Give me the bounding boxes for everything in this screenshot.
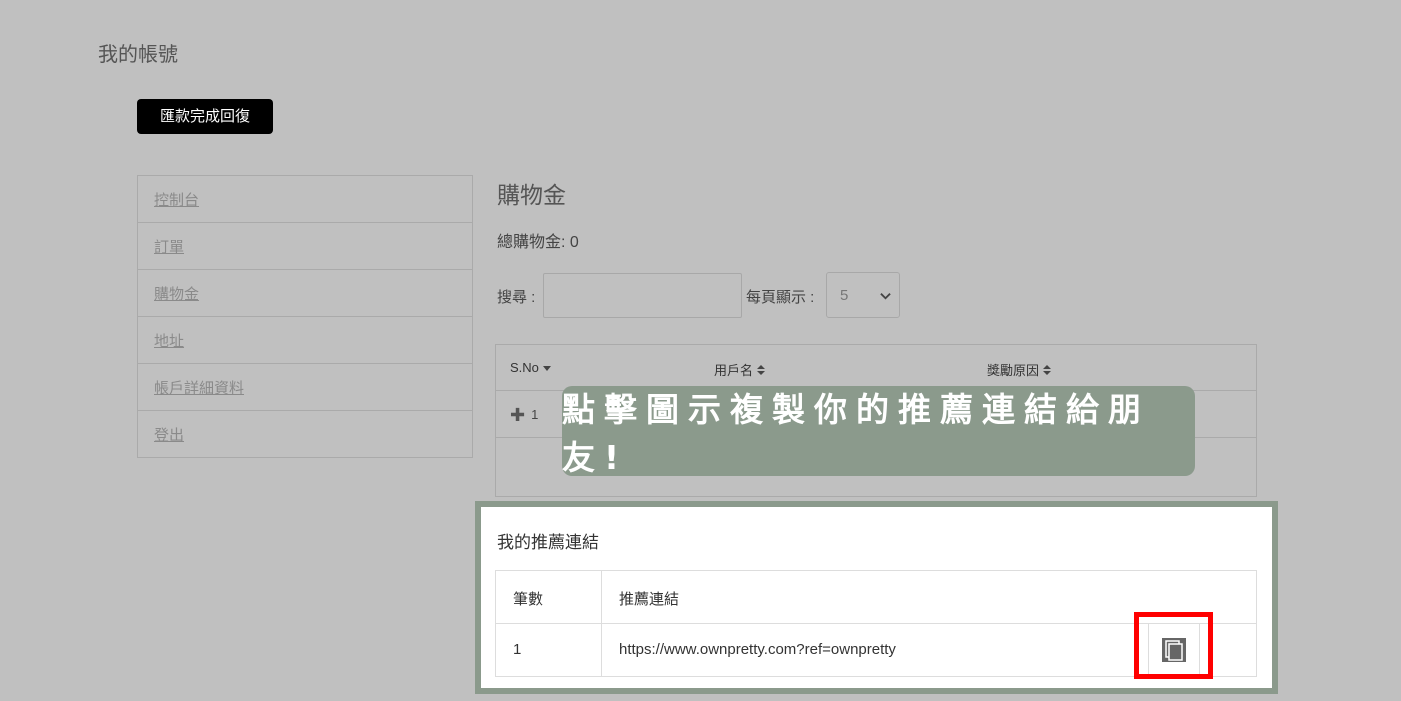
instruction-overlay: 點擊圖示複製你的推薦連結給朋友! xyxy=(562,386,1195,477)
sort-icon xyxy=(757,364,766,375)
sidebar-item-logout[interactable]: 登出 xyxy=(138,411,472,457)
perpage-label: 每頁顯示 : xyxy=(746,289,815,306)
total-credit: 總購物金: 0 xyxy=(497,234,579,251)
sidebar-item-address[interactable]: 地址 xyxy=(138,317,472,364)
column-label: 用戶名 xyxy=(714,363,754,378)
referral-index: 1 xyxy=(513,641,522,658)
column-header-username[interactable]: 用戶名 xyxy=(714,360,766,379)
sort-icon xyxy=(1043,364,1052,375)
column-label: 獎勵原因 xyxy=(987,363,1040,378)
perpage-value: 5 xyxy=(840,286,849,304)
column-header-sno[interactable]: S.No xyxy=(510,360,551,375)
row-expander[interactable]: ✚ 1 xyxy=(510,406,539,424)
page-title: 我的帳號 xyxy=(98,44,178,66)
sidebar-item-label[interactable]: 登出 xyxy=(154,424,184,445)
column-header-count: 筆數 xyxy=(513,591,544,608)
sidebar-item-label[interactable]: 購物金 xyxy=(154,283,199,304)
sidebar-item-label[interactable]: 控制台 xyxy=(154,189,199,210)
column-header-reason[interactable]: 獎勵原因 xyxy=(987,360,1052,379)
section-title: 購物金 xyxy=(497,182,566,208)
copy-highlight-frame xyxy=(1134,612,1213,679)
overlay-text: 點擊圖示複製你的推薦連結給朋友! xyxy=(562,390,1150,477)
sidebar-item-shopping-credit[interactable]: 購物金 xyxy=(138,270,472,317)
column-divider xyxy=(601,571,602,623)
perpage-select[interactable]: 5 xyxy=(826,272,900,318)
referral-title: 我的推薦連結 xyxy=(497,533,599,552)
row-sno: 1 xyxy=(531,407,539,422)
referral-link[interactable]: https://www.ownpretty.com?ref=ownpretty xyxy=(619,641,896,658)
sidebar-item-orders[interactable]: 訂單 xyxy=(138,223,472,270)
search-input[interactable] xyxy=(543,273,742,318)
sidebar-item-dashboard[interactable]: 控制台 xyxy=(138,176,472,223)
sidebar-item-account-details[interactable]: 帳戶詳細資料 xyxy=(138,364,472,411)
column-label: S.No xyxy=(510,360,539,375)
account-sidebar: 控制台 訂單 購物金 地址 帳戶詳細資料 登出 xyxy=(137,175,473,458)
chevron-down-icon xyxy=(880,292,891,300)
search-label: 搜尋 : xyxy=(497,289,536,306)
column-header-link: 推薦連結 xyxy=(619,591,680,608)
sort-caret-down-icon xyxy=(542,365,551,371)
remittance-reply-button[interactable]: 匯款完成回復 xyxy=(137,99,273,134)
sidebar-item-label[interactable]: 帳戶詳細資料 xyxy=(154,377,244,398)
sidebar-item-label[interactable]: 訂單 xyxy=(154,236,184,257)
sidebar-item-label[interactable]: 地址 xyxy=(154,330,184,351)
column-divider xyxy=(601,624,602,677)
plus-icon[interactable]: ✚ xyxy=(510,406,525,424)
